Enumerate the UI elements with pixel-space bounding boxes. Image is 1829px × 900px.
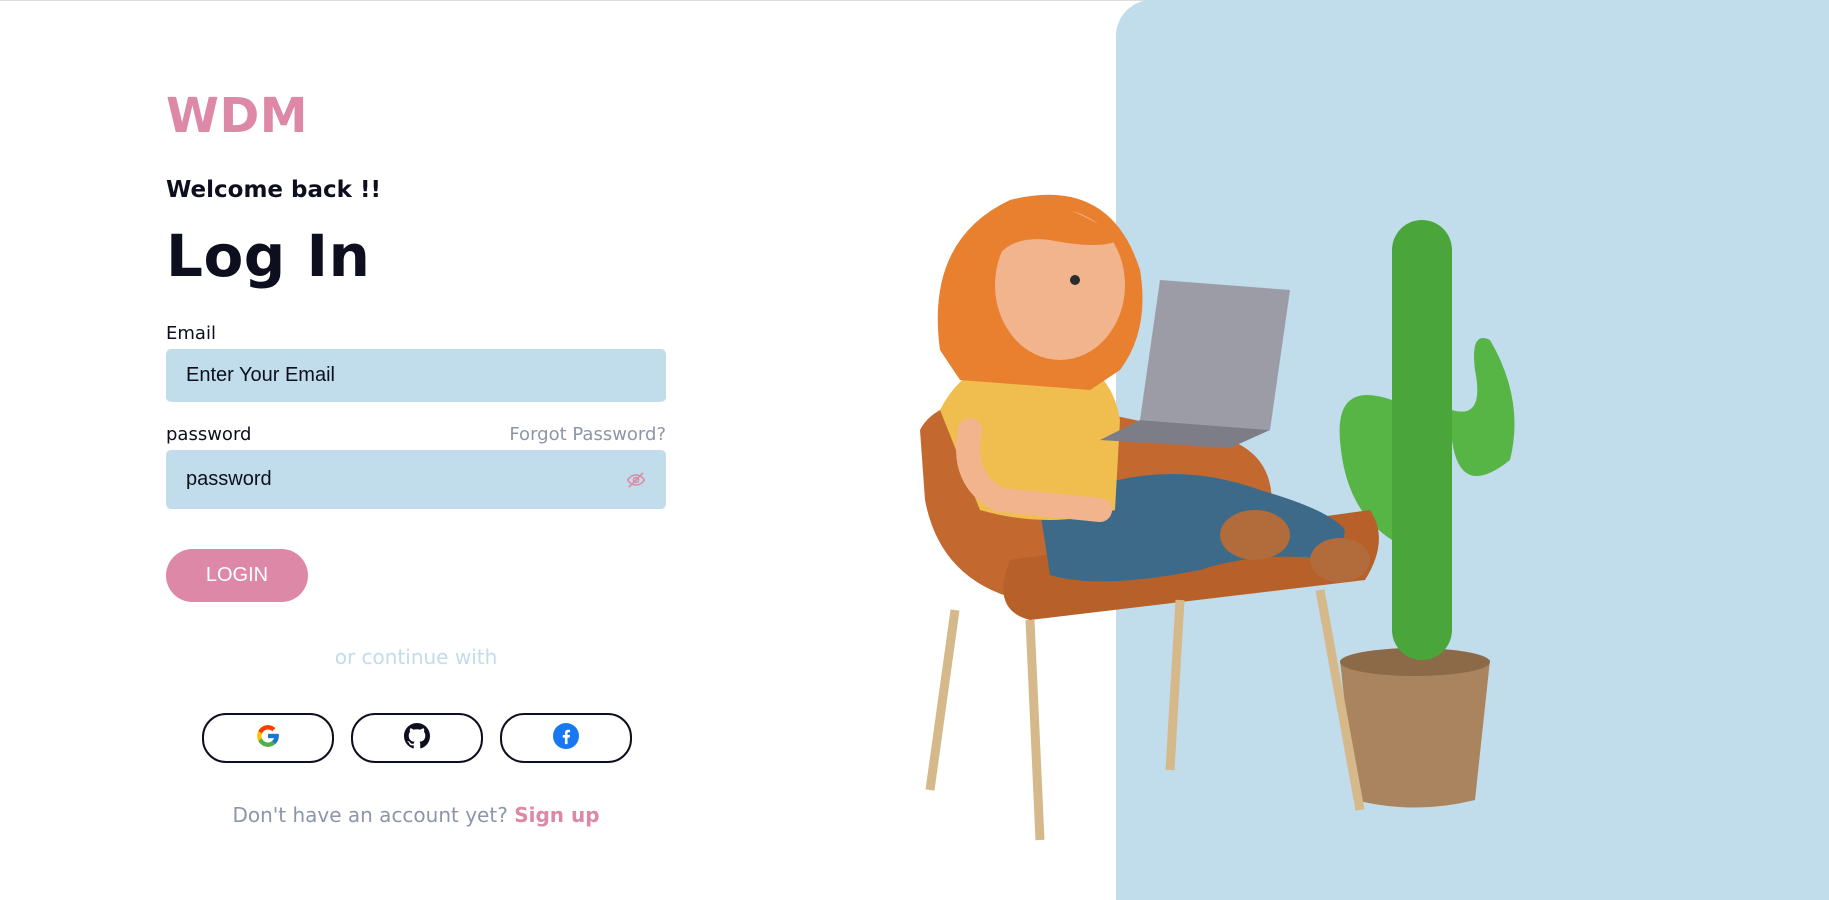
continue-with-text: or continue with — [334, 645, 498, 669]
eye-off-icon[interactable] — [626, 470, 646, 490]
email-field-container — [166, 349, 666, 402]
forgot-password-link[interactable]: Forgot Password? — [509, 424, 666, 445]
password-input[interactable] — [166, 450, 666, 509]
signup-prompt: Don't have an account yet? Sign up — [166, 803, 666, 827]
google-icon — [255, 723, 281, 753]
email-label: Email — [166, 323, 216, 344]
password-field-container — [166, 450, 666, 509]
facebook-icon — [553, 723, 579, 753]
illustration-image — [920, 194, 1515, 841]
welcome-text: Welcome back !! — [166, 177, 381, 203]
password-label: password — [166, 424, 252, 445]
brand-logo: WDM — [166, 88, 309, 144]
signup-prompt-text: Don't have an account yet? — [232, 803, 508, 827]
login-button[interactable]: LOGIN — [166, 549, 308, 602]
email-input[interactable] — [166, 349, 666, 402]
login-form-section: WDM Welcome back !! Log In Email passwor… — [166, 0, 666, 900]
page-title: Log In — [166, 222, 371, 290]
social-login-row — [202, 713, 632, 763]
signup-link[interactable]: Sign up — [514, 803, 599, 827]
facebook-login-button[interactable] — [500, 713, 632, 763]
google-login-button[interactable] — [202, 713, 334, 763]
login-page: WDM Welcome back !! Log In Email passwor… — [0, 0, 1829, 900]
github-login-button[interactable] — [351, 713, 483, 763]
github-icon — [404, 723, 430, 753]
